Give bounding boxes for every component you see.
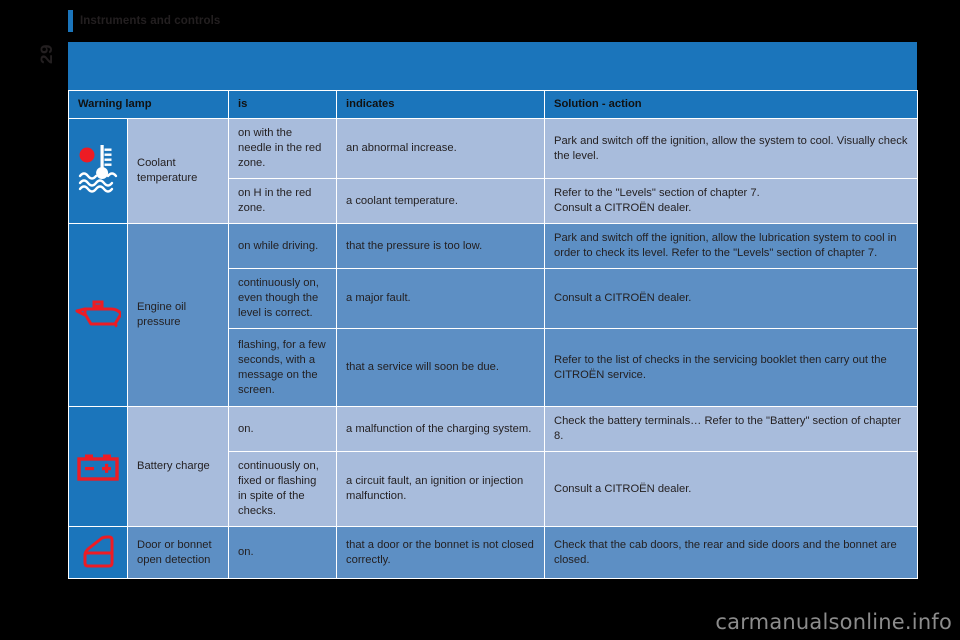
- accent-bar: [68, 10, 73, 32]
- table-row: Door or bonnet open detection on. that a…: [68, 526, 918, 579]
- cell-is: on while driving.: [228, 223, 337, 269]
- table-row: Coolant temperature on with the needle i…: [68, 118, 918, 224]
- site-watermark: carmanualsonline.info: [715, 610, 952, 634]
- cell-indicates: a circuit fault, an ignition or injectio…: [336, 451, 545, 527]
- chapter-header: Instruments and controls: [68, 10, 220, 32]
- cell-indicates: a major fault.: [336, 268, 545, 329]
- page-number-value: 29: [36, 44, 56, 64]
- lamp-name-line1: Battery charge: [137, 460, 210, 472]
- cell-indicates: that the pressure is too low.: [336, 223, 545, 269]
- cell-is: continuously on, even though the level i…: [228, 268, 337, 329]
- table-header-row: Warning lamp is indicates Solution - act…: [68, 90, 918, 119]
- cell-is: on H in the red zone.: [228, 178, 337, 224]
- cell-solution: Check that the cab doors, the rear and s…: [544, 526, 918, 579]
- warning-lamp-table: Warning lamp is indicates Solution - act…: [68, 90, 918, 579]
- cell-solution: Consult a CITROËN dealer.: [544, 268, 918, 329]
- lamp-name-line1: Door or bonnet: [137, 538, 212, 551]
- cell-solution: Park and switch off the ignition, allow …: [544, 118, 918, 179]
- cell-is: continuously on, fixed or flashing in sp…: [228, 451, 337, 527]
- engine-oil-pressure-icon: [68, 223, 128, 407]
- page-number: 29: [27, 34, 67, 74]
- lamp-name: Door or bonnet open detection: [127, 526, 229, 579]
- lamp-name-line2: pressure: [137, 316, 181, 328]
- cell-is: on with the needle in the red zone.: [228, 118, 337, 179]
- col-header-is: is: [228, 90, 337, 119]
- lamp-name: Coolant temperature: [127, 118, 229, 224]
- lamp-name-line1: Engine oil: [137, 301, 187, 313]
- cell-indicates: a malfunction of the charging system.: [336, 406, 545, 452]
- coolant-temperature-icon: [68, 118, 128, 224]
- blue-banner: [68, 42, 917, 90]
- lamp-name-line1: Coolant: [137, 157, 176, 169]
- col-header-warning-lamp: Warning lamp: [68, 90, 229, 119]
- battery-charge-icon: [68, 406, 128, 527]
- col-header-solution: Solution - action: [544, 90, 918, 119]
- lamp-name: Engine oil pressure: [127, 223, 229, 407]
- table-row: Battery charge on. a malfunction of the …: [68, 406, 918, 527]
- cell-indicates: a coolant temperature.: [336, 178, 545, 224]
- manual-page: Instruments and controls 29 Warning lamp…: [0, 0, 960, 640]
- cell-is: flashing, for a few seconds, with a mess…: [228, 328, 337, 407]
- cell-solution: Consult a CITROËN dealer.: [544, 451, 918, 527]
- content-area: Warning lamp is indicates Solution - act…: [68, 42, 918, 579]
- cell-solution: Refer to the "Levels" section of chapter…: [544, 178, 918, 224]
- cell-indicates: that a door or the bonnet is not closed …: [336, 526, 545, 579]
- cell-solution: Refer to the list of checks in the servi…: [544, 328, 918, 407]
- cell-solution: Park and switch off the ignition, allow …: [544, 223, 918, 269]
- cell-solution: Check the battery terminals… Refer to th…: [544, 406, 918, 452]
- cell-is: on.: [228, 526, 337, 579]
- lamp-name-line2: temperature: [137, 172, 198, 184]
- door-bonnet-open-icon: [68, 526, 128, 579]
- col-header-indicates: indicates: [336, 90, 545, 119]
- table-row: Engine oil pressure on while driving. th…: [68, 223, 918, 407]
- page-title: Instruments and controls: [80, 15, 221, 27]
- cell-is: on.: [228, 406, 337, 452]
- lamp-name: Battery charge: [127, 406, 229, 527]
- lamp-name-line2: open detection: [137, 553, 211, 566]
- cell-indicates: that a service will soon be due.: [336, 328, 545, 407]
- cell-indicates: an abnormal increase.: [336, 118, 545, 179]
